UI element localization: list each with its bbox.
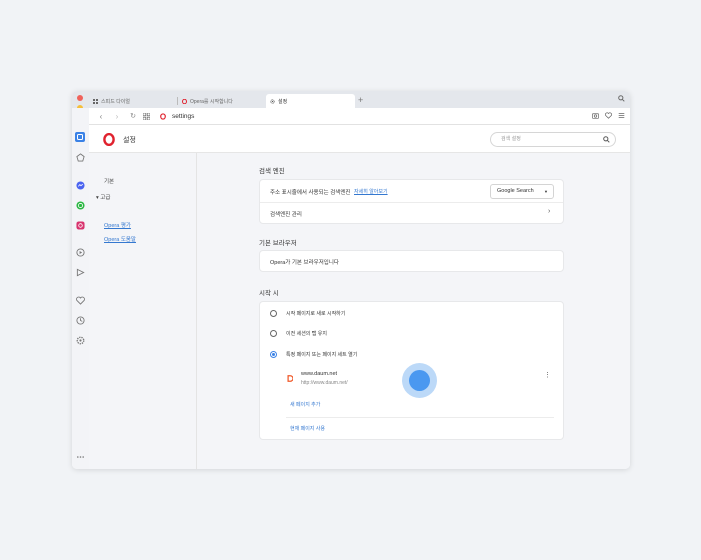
tab-settings[interactable]: 설정	[266, 94, 355, 108]
nav-advanced[interactable]: ▾ 고급	[96, 193, 110, 201]
settings-search-input[interactable]: 검색 설정	[490, 132, 616, 147]
history-icon[interactable]	[76, 316, 85, 325]
startup-option-label: 이전 세션의 탭 유지	[286, 331, 327, 337]
use-current-pages-link[interactable]: 현재 페이지 사용	[290, 425, 325, 432]
search-icon	[603, 136, 610, 143]
player-icon[interactable]	[76, 248, 85, 257]
default-browser-status: Opera가 기본 브라우저입니다	[270, 260, 339, 266]
chevron-right-icon[interactable]: ›	[548, 208, 550, 215]
search-engine-card: 주소 표시줄에서 사용되는 검색엔진 자세히 알아보기 Google Searc…	[259, 179, 564, 224]
back-button[interactable]: ‹	[97, 112, 105, 121]
click-indicator	[402, 363, 437, 398]
settings-content: 검색 엔진 주소 표시줄에서 사용되는 검색엔진 자세히 알아보기 Google…	[197, 153, 630, 469]
heart-icon[interactable]	[76, 296, 85, 305]
search-engine-selected: Google Search	[497, 188, 534, 194]
search-engine-title: 검색 엔진	[259, 168, 285, 175]
home-icon[interactable]	[75, 132, 85, 142]
speed-dial-icon[interactable]	[143, 112, 150, 120]
instagram-icon[interactable]	[76, 221, 85, 230]
settings-nav: 기본 ▾ 고급 Opera 평가 Opera 도움말	[89, 153, 197, 469]
url-field[interactable]: settings	[172, 113, 194, 120]
opera-icon	[182, 98, 187, 104]
startup-page-title: www.daum.net	[301, 371, 338, 377]
startup-page-url: http://www.daum.net/	[301, 380, 348, 386]
grid-icon	[93, 98, 98, 104]
forward-button[interactable]: ›	[113, 112, 121, 121]
messenger-icon[interactable]	[76, 181, 85, 190]
close-window-button[interactable]	[77, 95, 83, 101]
manage-search-engines[interactable]: 검색엔진 관리	[270, 210, 302, 218]
tab-label: Opera를 시작합니다	[190, 98, 233, 105]
learn-more-link[interactable]: 자세히 알아보기	[354, 188, 388, 195]
more-icon[interactable]	[76, 455, 85, 459]
default-browser-card: Opera가 기본 브라우저입니다	[259, 250, 564, 272]
startup-option-label: 시작 페이지로 새로 시작하기	[286, 311, 346, 317]
chevron-down-icon: ▼	[544, 189, 548, 194]
flow-icon[interactable]	[76, 268, 85, 277]
bookmarks-icon[interactable]	[76, 153, 85, 162]
tab-label: 설정	[278, 98, 288, 105]
browser-sidebar	[72, 108, 89, 469]
add-new-page-link[interactable]: 새 페이지 추가	[290, 401, 320, 408]
address-bar: ‹ › ↻ settings	[89, 108, 630, 125]
settings-icon[interactable]	[76, 336, 85, 345]
nav-rate-opera-link[interactable]: Opera 평가	[104, 221, 131, 229]
page-menu-icon[interactable]: ⋮	[544, 372, 551, 379]
whatsapp-icon[interactable]	[76, 201, 85, 210]
nav-basic[interactable]: 기본	[104, 177, 114, 185]
page-title: 설정	[123, 137, 136, 144]
default-browser-title: 기본 브라우저	[259, 240, 297, 247]
tab-search-icon[interactable]	[618, 95, 625, 102]
reload-button[interactable]: ↻	[129, 112, 137, 120]
settings-header: 설정 검색 설정	[89, 126, 630, 153]
search-engine-select[interactable]: Google Search ▼	[490, 184, 554, 199]
tab-label: 스피드 다이얼	[101, 98, 130, 105]
nav-opera-help-link[interactable]: Opera 도움말	[104, 235, 136, 243]
tab-opera-welcome[interactable]: Opera를 시작합니다	[178, 94, 266, 108]
gear-icon	[270, 98, 275, 104]
heart-icon[interactable]	[605, 112, 612, 119]
camera-icon[interactable]	[592, 112, 599, 119]
daum-favicon-icon	[287, 375, 293, 382]
browser-window: 스피드 다이얼 Opera를 시작합니다 설정 + ‹ › ↻ settings	[72, 91, 630, 469]
startup-option-label: 특정 페이지 또는 페이지 세트 열기	[286, 352, 358, 358]
tab-speed-dial[interactable]: 스피드 다이얼	[89, 94, 178, 108]
easy-setup-icon[interactable]	[618, 112, 625, 119]
search-placeholder: 검색 설정	[501, 136, 521, 142]
startup-title: 시작 시	[259, 290, 279, 297]
startup-radio-start-page[interactable]	[270, 310, 277, 317]
opera-icon	[160, 112, 166, 120]
tab-bar: 스피드 다이얼 Opera를 시작합니다 설정 +	[72, 91, 630, 121]
startup-radio-open-pages[interactable]	[270, 351, 277, 358]
new-tab-button[interactable]: +	[358, 94, 363, 106]
search-engine-label: 주소 표시줄에서 사용되는 검색엔진	[270, 190, 351, 196]
startup-radio-restore-tabs[interactable]	[270, 330, 277, 337]
opera-logo-icon	[103, 133, 115, 146]
